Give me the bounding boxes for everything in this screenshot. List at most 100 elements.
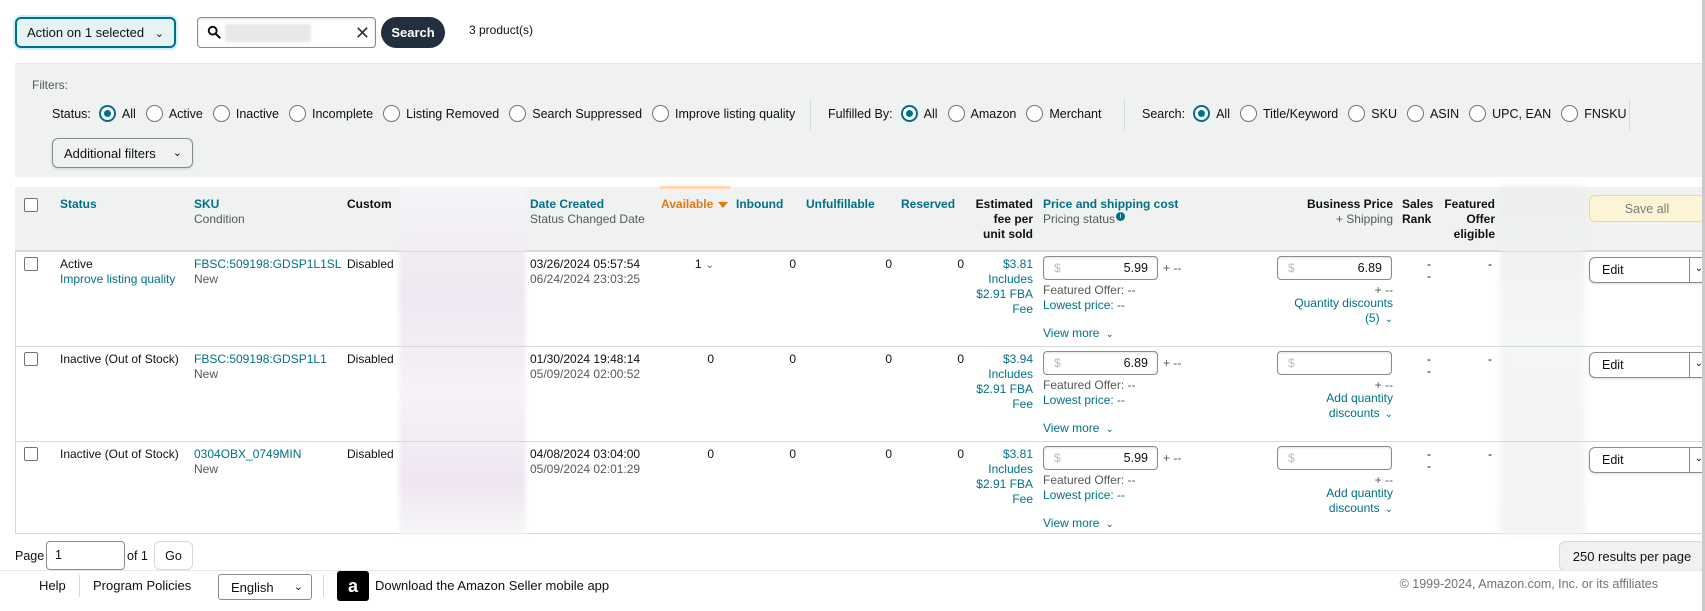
status-radio-improve-listing[interactable] [652,105,670,122]
search-input[interactable]: ✕ [197,17,376,48]
row-status: Inactive (Out of Stock) [60,352,179,366]
fulfilled-radio-all[interactable] [900,105,918,122]
business-price-input[interactable]: $ [1277,446,1392,470]
chevron-down-icon: ⌄ [1384,314,1393,325]
edit-button[interactable]: Edit ⌄ [1589,352,1705,378]
fulfilled-option-amazon[interactable]: Amazon [971,107,1017,121]
column-header-sku[interactable]: SKU Condition [194,197,245,227]
column-header-status[interactable]: Status [60,197,97,212]
results-per-page-button[interactable]: 250 results per page [1559,541,1705,571]
search-radio-all[interactable] [1193,105,1211,122]
search-radio-fnsku[interactable] [1561,105,1579,122]
pricing-status-label: Pricing status [1043,212,1116,226]
row-checkbox[interactable] [24,352,38,366]
column-header-date[interactable]: Date Created Status Changed Date [530,197,645,227]
language-value: English [231,580,274,595]
search-option-asin[interactable]: ASIN [1430,107,1459,121]
view-more-link[interactable]: View more ⌄ [1043,326,1114,342]
search-button[interactable]: Search [381,17,445,48]
business-price-input[interactable]: $ [1277,351,1392,375]
featured-header-line2: Offer [1466,212,1495,226]
est-fee-header-line2: fee per [993,212,1033,226]
quantity-discounts-link[interactable]: Quantity discounts (5) ⌄ [1260,296,1393,327]
row-status-sub[interactable]: Improve listing quality [60,272,175,287]
row-sku[interactable]: 0304OBX_0749MIN [194,447,301,462]
language-select[interactable]: English ⌄ [218,574,312,600]
search-option-all[interactable]: All [1216,107,1230,121]
price-input[interactable]: $ 5.99 [1043,446,1158,470]
row-lowest-price[interactable]: Lowest price: -- [1043,488,1125,503]
status-radio-listing-removed[interactable] [383,105,401,122]
quantity-discounts-link[interactable]: Add quantity discounts ⌄ [1260,486,1393,517]
info-icon[interactable]: i [1116,212,1126,221]
row-featured-offer: Featured Offer: -- [1043,378,1136,392]
bulk-action-dropdown[interactable]: Action on 1 selected ⌄ [15,17,176,48]
status-radio-incomplete[interactable] [288,105,306,122]
row-checkbox[interactable] [24,257,38,271]
filters-label: Filters: [32,78,68,92]
column-header-available[interactable]: Available [661,197,729,212]
save-all-button[interactable]: Save all [1589,195,1705,222]
search-radio-upc[interactable] [1469,105,1487,122]
sorted-column-indicator [660,186,730,189]
status-option-incomplete[interactable]: Incomplete [312,107,373,121]
column-header-reserved[interactable]: Reserved [901,197,955,212]
search-radio-sku[interactable] [1348,105,1366,122]
fulfilled-option-merchant[interactable]: Merchant [1049,107,1101,121]
status-radio-inactive[interactable] [212,105,230,122]
fulfilled-radio-amazon[interactable] [947,105,965,122]
status-filter-label: Status: [52,106,91,121]
chevron-down-icon: ⌄ [1105,424,1114,435]
fulfilled-filter-label: Fulfilled By: [828,106,893,121]
fulfilled-radio-merchant[interactable] [1026,105,1044,122]
view-more-link[interactable]: View more ⌄ [1043,421,1114,437]
status-radio-search-suppressed[interactable] [509,105,527,122]
row-status: Inactive (Out of Stock) [60,447,179,461]
price-input[interactable]: $ 6.89 [1043,351,1158,375]
search-option-upc[interactable]: UPC, EAN [1492,107,1551,121]
row-fee-amount: $3.81 [1002,257,1033,271]
row-checkbox[interactable] [24,447,38,461]
status-option-inactive[interactable]: Inactive [236,107,279,121]
column-header-price[interactable]: Price and shipping cost Pricing status i [1043,197,1178,227]
status-option-all[interactable]: All [122,107,136,121]
status-radio-all[interactable] [98,105,116,122]
search-option-sku[interactable]: SKU [1371,107,1397,121]
row-sku[interactable]: FBSC:509198:GDSP1L1 [194,352,327,367]
row-est-fee[interactable]: $3.81 Includes $2.91 FBA Fee [960,447,1033,507]
search-radio-title[interactable] [1240,105,1257,122]
business-price-input[interactable]: $ 6.89 [1277,256,1392,280]
go-button[interactable]: Go [154,541,193,570]
quantity-discounts-link[interactable]: Add quantity discounts ⌄ [1260,391,1393,422]
seller-app-link[interactable]: Download the Amazon Seller mobile app [375,578,609,593]
row-available[interactable]: 1 ⌄ [680,257,714,273]
column-header-inbound[interactable]: Inbound [736,197,783,212]
row-sku[interactable]: FBSC:509198:GDSP1L1SL [194,257,341,272]
price-input[interactable]: $ 5.99 [1043,256,1158,280]
search-option-title[interactable]: Title/Keyword [1263,107,1338,121]
edit-button[interactable]: Edit ⌄ [1589,447,1705,473]
row-est-fee[interactable]: $3.81 Includes $2.91 FBA Fee [960,257,1033,317]
amazon-a-icon[interactable]: a [337,571,369,601]
column-header-unfulfillable[interactable]: Unfulfillable [806,197,875,212]
chevron-down-icon: ⌄ [1105,329,1114,340]
edit-button[interactable]: Edit ⌄ [1589,257,1705,283]
select-all-checkbox[interactable] [24,198,38,212]
status-option-search-suppressed[interactable]: Search Suppressed [532,107,642,121]
view-more-link[interactable]: View more ⌄ [1043,516,1114,532]
status-option-improve-listing[interactable]: Improve listing quality [675,107,795,121]
program-policies-link[interactable]: Program Policies [93,578,191,593]
search-option-fnsku[interactable]: FNSKU [1584,107,1626,121]
page-number-input[interactable]: 1 [46,541,125,570]
close-icon[interactable]: ✕ [355,24,370,42]
additional-filters-button[interactable]: Additional filters ⌄ [52,138,193,168]
status-radio-active[interactable] [145,105,163,122]
row-lowest-price[interactable]: Lowest price: -- [1043,298,1125,313]
status-option-listing-removed[interactable]: Listing Removed [406,107,499,121]
fulfilled-option-all[interactable]: All [924,107,938,121]
row-est-fee[interactable]: $3.94 Includes $2.91 FBA Fee [960,352,1033,412]
row-lowest-price[interactable]: Lowest price: -- [1043,393,1125,408]
help-link[interactable]: Help [39,578,66,593]
status-option-active[interactable]: Active [169,107,203,121]
search-radio-asin[interactable] [1406,105,1424,122]
